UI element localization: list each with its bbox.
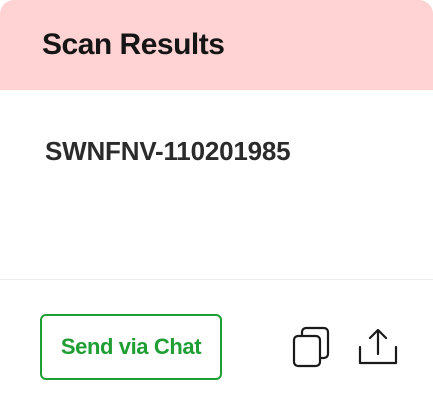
scan-results-card: Scan Results SWNFNV-110201985 Send via C… bbox=[0, 0, 433, 410]
result-section: SWNFNV-110201985 bbox=[0, 90, 433, 280]
send-via-chat-button[interactable]: Send via Chat bbox=[40, 314, 222, 380]
card-header: Scan Results bbox=[0, 0, 433, 90]
action-bar: Send via Chat bbox=[0, 280, 433, 410]
share-button[interactable] bbox=[356, 325, 400, 369]
scan-result-value: SWNFNV-110201985 bbox=[45, 136, 291, 166]
share-icon bbox=[358, 328, 398, 365]
copy-icon bbox=[292, 326, 330, 368]
copy-button[interactable] bbox=[289, 325, 333, 369]
card-title: Scan Results bbox=[42, 28, 225, 61]
